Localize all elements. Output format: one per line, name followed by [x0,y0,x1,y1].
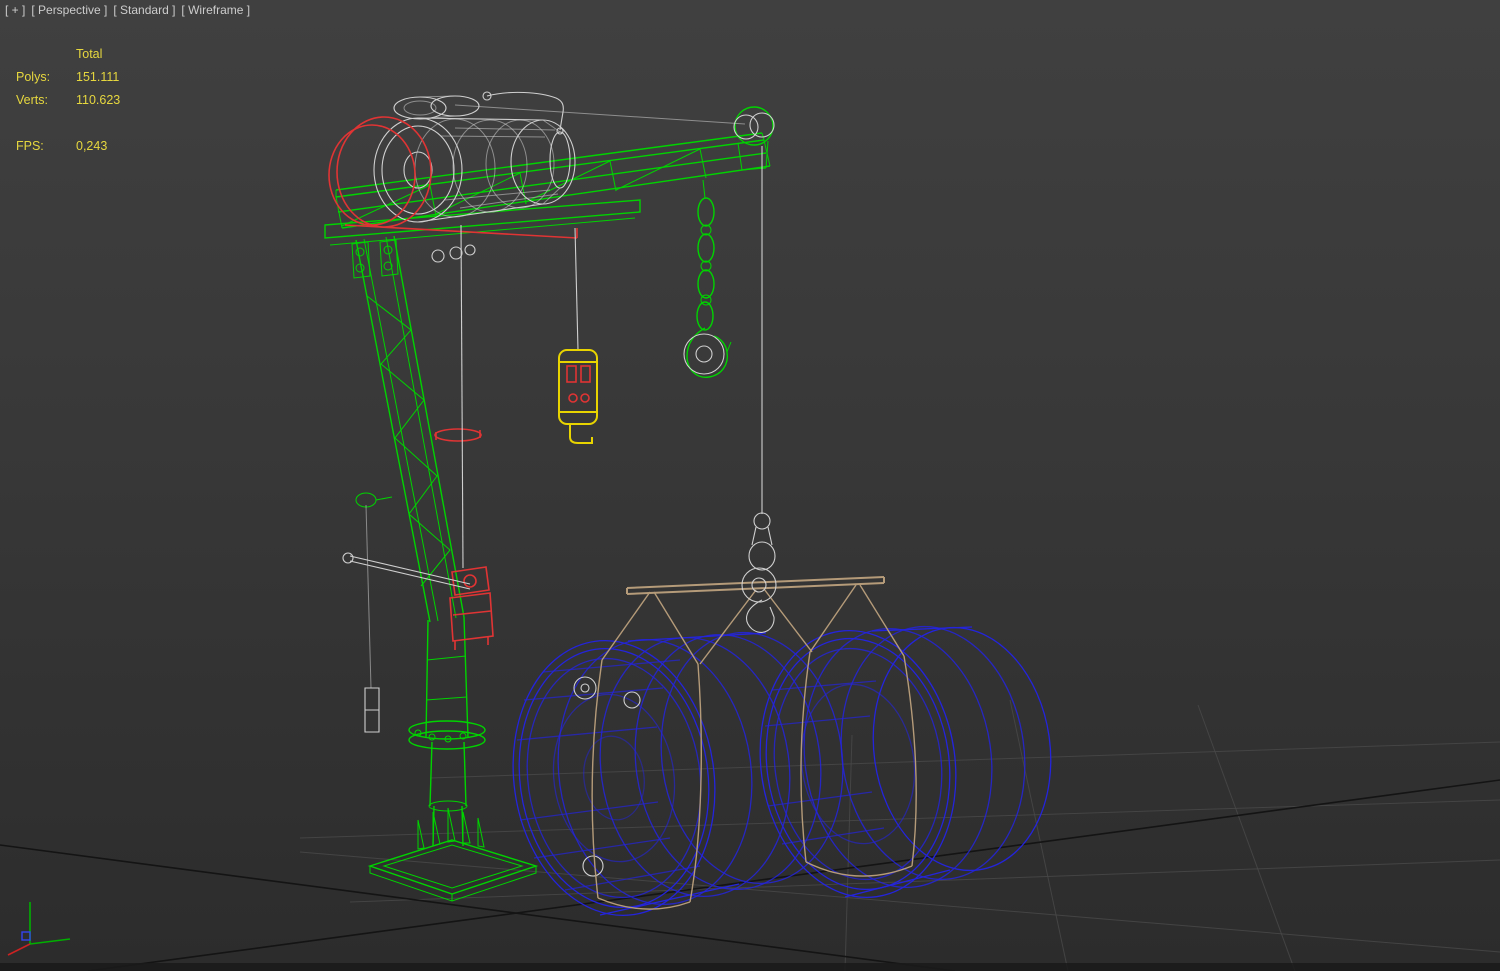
lifting-frame[interactable] [591,576,917,910]
pendant-control[interactable] [558,349,598,444]
viewport-menu-render-preset[interactable]: [ Standard ] [113,3,175,17]
perspective-viewport[interactable]: [ + ] [ Perspective ] [ Standard ] [ Wir… [0,0,1500,971]
cables-and-hook[interactable] [342,146,777,733]
stats-total-header: Total [76,47,103,61]
viewport-menu-shading[interactable]: [ Wireframe ] [181,3,250,17]
viewport-menu-general[interactable]: [ + ] [5,3,25,17]
stats-verts-value: 110.623 [76,93,121,107]
viewport-label: [ + ] [ Perspective ] [ Standard ] [ Wir… [5,3,250,17]
stats-polys-value: 151.111 [76,70,120,84]
chain-and-hook [683,179,732,378]
ground-grid [0,699,1500,971]
viewport-canvas[interactable] [0,0,1500,971]
crane-mast-lower [408,616,486,847]
crane-base [367,807,539,902]
stats-polys-label: Polys: [16,70,51,84]
world-axis-gizmo [7,902,71,956]
stats-fps-value: 0,243 [76,139,108,153]
stats-verts-label: Verts: [16,93,48,107]
viewport-bottom-edge [0,963,1500,971]
stats-fps-label: FPS: [16,139,44,153]
viewport-menu-pov[interactable]: [ Perspective ] [31,3,107,17]
drum-left[interactable] [496,621,859,929]
